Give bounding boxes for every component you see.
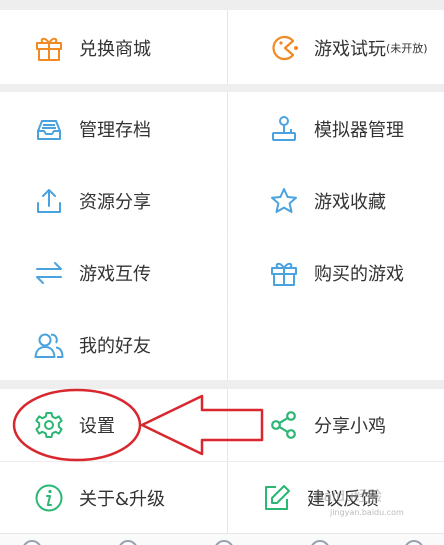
gift-box-icon	[34, 33, 64, 63]
watermark-url: jingyan.baidu.com	[330, 508, 404, 517]
menu-item-game-favorites[interactable]: 游戏收藏	[228, 164, 444, 237]
menu-item-game-trial[interactable]: 游戏试玩 (未开放)	[228, 11, 444, 84]
gift-box-icon	[269, 258, 299, 288]
edit-icon	[262, 483, 292, 513]
star-icon	[269, 186, 299, 216]
pacman-icon	[269, 33, 299, 63]
menu-item-label: 管理存档	[79, 119, 151, 141]
watermark: Baidu经验	[314, 489, 382, 505]
section-separator	[0, 84, 444, 92]
menu-item-purchased-games[interactable]: 购买的游戏	[228, 236, 444, 309]
section-separator	[0, 380, 444, 389]
menu-item-label: 设置	[79, 416, 115, 437]
upload-icon	[34, 186, 64, 216]
friends-icon	[34, 330, 64, 360]
menu-item-emulator-manager[interactable]: 模拟器管理	[228, 92, 444, 165]
menu-item-label: 关于&升级	[79, 488, 166, 510]
menu-page: 兑换商城 游戏试玩 (未开放) 管理存档 模拟器管理 资源分享 游戏收藏 游戏互…	[0, 0, 444, 545]
inbox-tray-icon	[34, 114, 64, 144]
not-open-note: (未开放)	[386, 41, 428, 55]
menu-item-label: 模拟器管理	[314, 119, 404, 141]
menu-item-label: 我的好友	[79, 335, 151, 357]
menu-item-label: 兑换商城	[79, 38, 151, 60]
menu-item-manage-saves[interactable]: 管理存档	[0, 92, 227, 165]
share-icon	[269, 410, 299, 440]
tab-icon[interactable]	[310, 540, 330, 545]
tab-icon[interactable]	[404, 540, 424, 545]
menu-item-exchange-mall[interactable]: 兑换商城	[0, 11, 227, 84]
info-icon	[34, 483, 64, 513]
menu-item-label: 游戏试玩	[314, 38, 386, 60]
joystick-icon	[269, 114, 299, 144]
menu-item-about-upgrade[interactable]: 关于&升级	[0, 462, 227, 533]
tab-icon[interactable]	[214, 540, 234, 545]
top-separator	[0, 0, 444, 10]
transfer-arrows-icon	[34, 258, 64, 288]
bottom-tab-bar	[0, 533, 444, 545]
gear-icon	[34, 410, 64, 440]
menu-item-game-transfer[interactable]: 游戏互传	[0, 236, 227, 309]
menu-item-resource-share[interactable]: 资源分享	[0, 164, 227, 237]
tab-icon[interactable]	[118, 540, 138, 545]
menu-item-label: 购买的游戏	[314, 263, 404, 285]
menu-item-label: 资源分享	[79, 191, 151, 213]
menu-item-label: 游戏收藏	[314, 191, 386, 213]
menu-item-my-friends[interactable]: 我的好友	[0, 309, 227, 380]
menu-item-settings[interactable]: 设置	[0, 389, 227, 461]
menu-item-label: 分享小鸡	[314, 416, 386, 437]
tab-icon[interactable]	[22, 540, 42, 545]
menu-item-label: 游戏互传	[79, 263, 151, 285]
menu-item-share-xiaoji[interactable]: 分享小鸡	[228, 389, 444, 461]
